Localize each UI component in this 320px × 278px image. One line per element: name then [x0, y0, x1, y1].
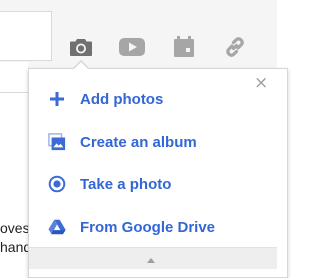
add-photos-button[interactable]: Add photos [29, 82, 259, 116]
take-photo-icon [48, 175, 66, 193]
link-icon[interactable] [221, 33, 249, 61]
menu-item-label: From Google Drive [80, 218, 216, 236]
camera-icon[interactable] [67, 33, 95, 61]
google-drive-icon [48, 218, 66, 236]
post-text-line: hand [0, 239, 32, 255]
video-icon[interactable] [118, 33, 146, 61]
google-drive-button[interactable]: From Google Drive [29, 210, 259, 244]
menu-item-label: Take a photo [80, 175, 172, 193]
post-body-area [0, 62, 28, 94]
menu-item-label: Add photos [80, 90, 164, 108]
album-icon [48, 133, 66, 151]
plus-icon [48, 90, 66, 108]
create-album-button[interactable]: Create an album [29, 125, 259, 159]
take-photo-button[interactable]: Take a photo [29, 167, 259, 201]
popover-footer[interactable] [29, 247, 277, 269]
collapse-caret-icon[interactable] [147, 258, 155, 263]
composer-input[interactable] [0, 11, 52, 61]
divider [0, 92, 28, 93]
popover-caret-fill [73, 62, 89, 70]
post-text-line: oves [0, 220, 30, 236]
menu-item-label: Create an album [80, 133, 197, 151]
calendar-icon[interactable] [170, 33, 198, 61]
